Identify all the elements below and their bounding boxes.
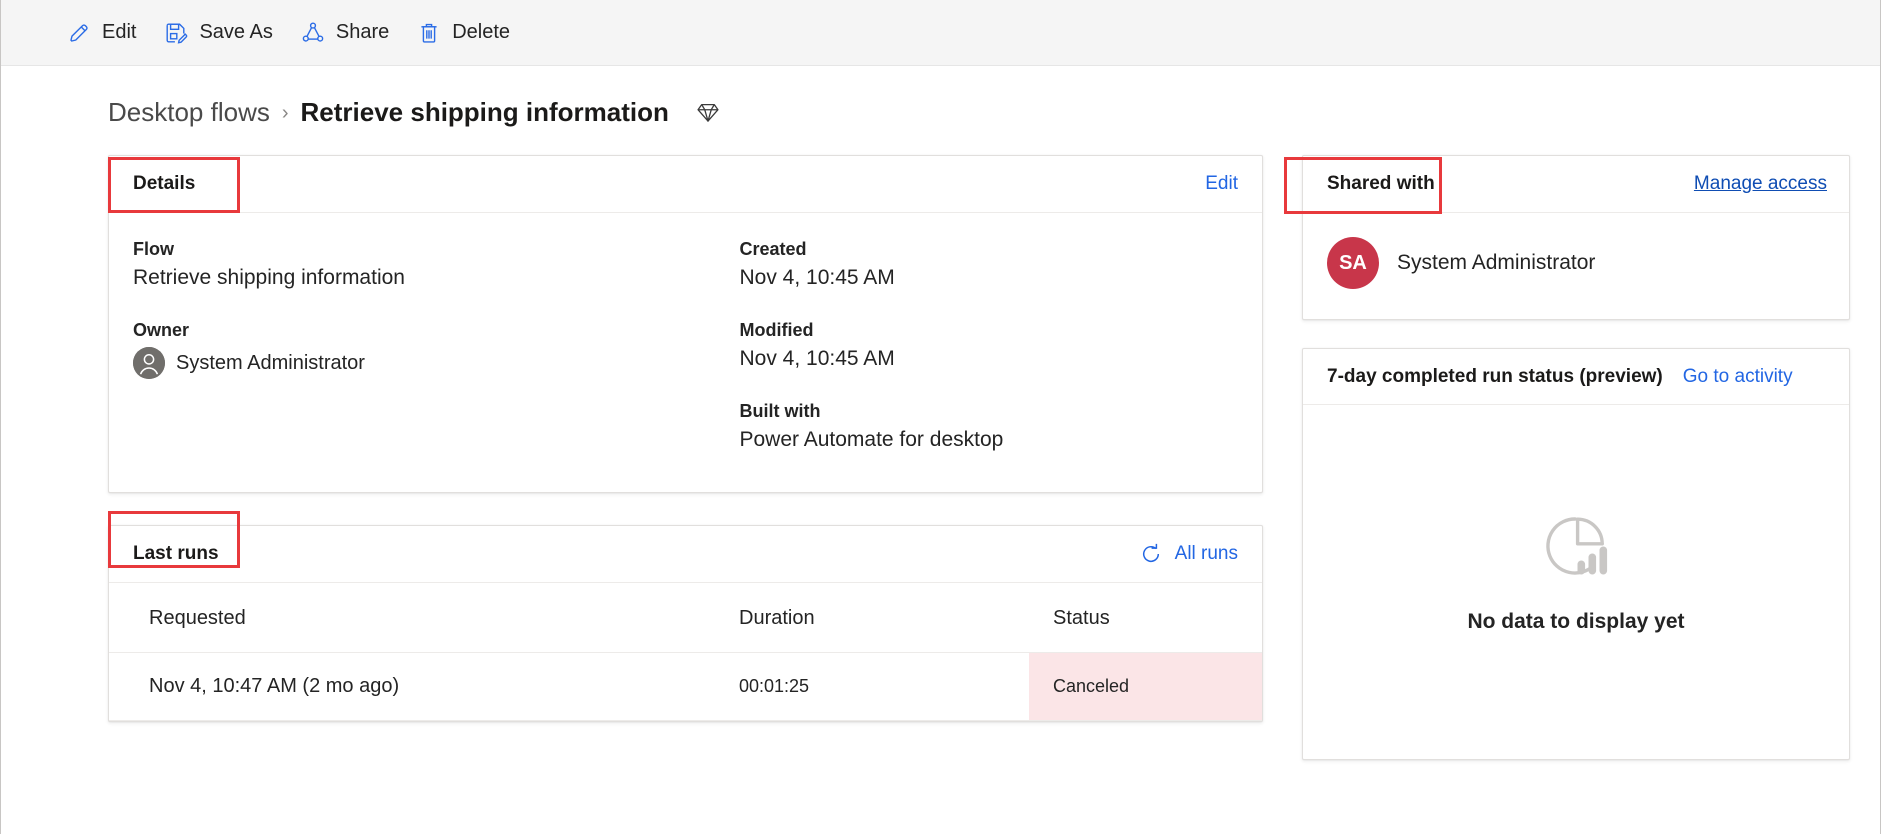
all-runs-label: All runs [1174,543,1238,564]
run-status-title: 7-day completed run status (preview) [1327,365,1663,387]
col-header-requested[interactable]: Requested [109,583,739,653]
details-card-body: Flow Retrieve shipping information Owner [109,213,1262,492]
shared-with-body: SA System Administrator [1303,213,1849,319]
last-runs-table-body: Nov 4, 10:47 AM (2 mo ago) 00:01:25 Canc… [109,652,1262,721]
shared-with-title: Shared with [1327,173,1435,194]
avatar [133,347,165,379]
save-as-button[interactable]: Save As [150,10,286,56]
field-created: Created Nov 4, 10:45 AM [740,239,1219,290]
col-header-status[interactable]: Status [1029,583,1262,653]
field-modified: Modified Nov 4, 10:45 AM [740,320,1219,371]
field-built-with-label: Built with [739,401,821,421]
field-flow: Flow Retrieve shipping information [133,239,666,290]
pencil-icon [67,21,91,45]
edit-button-label: Edit [102,21,137,43]
details-right-fields: Created Nov 4, 10:45 AM Modified Nov 4, … [686,239,1239,452]
run-status-body: No data to display yet [1303,405,1849,759]
details-card: Details Edit Flow Retrieve shipping info… [108,155,1263,493]
refresh-icon [1139,542,1163,566]
gem-icon [695,99,721,125]
run-status-header: 7-day completed run status (preview) Go … [1303,349,1849,405]
shared-person-name: System Administrator [1397,251,1596,274]
all-runs-link[interactable]: All runs [1139,542,1238,566]
field-owner: Owner System Administrator [133,320,666,379]
manage-access-link[interactable]: Manage access [1694,173,1827,195]
col-header-duration[interactable]: Duration [739,583,1029,653]
field-created-value: Nov 4, 10:45 AM [739,266,895,289]
breadcrumb-parent-link[interactable]: Desktop flows [108,97,270,128]
field-created-label: Created [739,239,807,259]
go-to-activity-link[interactable]: Go to activity [1683,366,1793,388]
app-page: Edit Save As Share Delete Desktop flows … [0,0,1881,834]
run-status-card: 7-day completed run status (preview) Go … [1302,348,1850,760]
last-runs-header: Last runs All runs [109,526,1262,583]
save-as-icon [164,21,188,45]
field-modified-label: Modified [739,320,814,340]
last-runs-table: Requested Duration Status Nov 4, 10:47 A… [109,583,1262,721]
details-card-header: Details Edit [109,156,1262,213]
delete-button-label: Delete [452,21,511,43]
last-runs-card: Last runs All runs Requested Duration St… [108,525,1263,722]
left-column: Details Edit Flow Retrieve shipping info… [108,155,1263,722]
pie-bar-chart-icon [1539,510,1613,584]
last-runs-title: Last runs [133,543,219,564]
page-content: Details Edit Flow Retrieve shipping info… [108,155,1850,834]
field-modified-value: Nov 4, 10:45 AM [739,347,895,370]
edit-button[interactable]: Edit [53,10,150,56]
share-button-label: Share [335,21,390,43]
shared-with-header: Shared with Manage access [1303,156,1849,213]
right-column: Shared with Manage access SA System Admi… [1302,155,1850,760]
details-edit-link[interactable]: Edit [1205,173,1238,195]
share-icon [301,21,325,45]
details-left-fields: Flow Retrieve shipping information Owner [133,239,686,452]
last-runs-table-head: Requested Duration Status [109,583,1262,653]
trash-icon [417,21,441,45]
page-title: Retrieve shipping information [300,96,669,127]
owner-row: System Administrator [133,347,666,379]
field-flow-label: Flow [133,239,174,259]
field-flow-value: Retrieve shipping information [133,266,405,289]
cell-requested: Nov 4, 10:47 AM (2 mo ago) [109,652,739,721]
delete-button[interactable]: Delete [403,10,524,56]
status-badge: Canceled [1029,652,1262,721]
chevron-right-icon: › [281,102,289,124]
field-owner-value: System Administrator [176,351,365,374]
save-as-button-label: Save As [199,21,273,43]
table-header-row: Requested Duration Status [109,583,1262,653]
field-owner-label: Owner [133,320,190,340]
field-built-with: Built with Power Automate for desktop [740,401,1219,452]
table-row[interactable]: Nov 4, 10:47 AM (2 mo ago) 00:01:25 Canc… [109,652,1262,721]
shared-with-card: Shared with Manage access SA System Admi… [1302,155,1850,320]
cell-duration: 00:01:25 [739,652,1029,721]
no-data-text: No data to display yet [1467,610,1685,633]
field-built-with-value: Power Automate for desktop [739,428,1004,451]
breadcrumb: Desktop flows › Retrieve shipping inform… [108,92,721,132]
details-card-title: Details [133,173,196,194]
avatar-initials: SA [1327,237,1379,289]
share-button[interactable]: Share [287,10,403,56]
command-bar: Edit Save As Share Delete [1,0,1880,66]
